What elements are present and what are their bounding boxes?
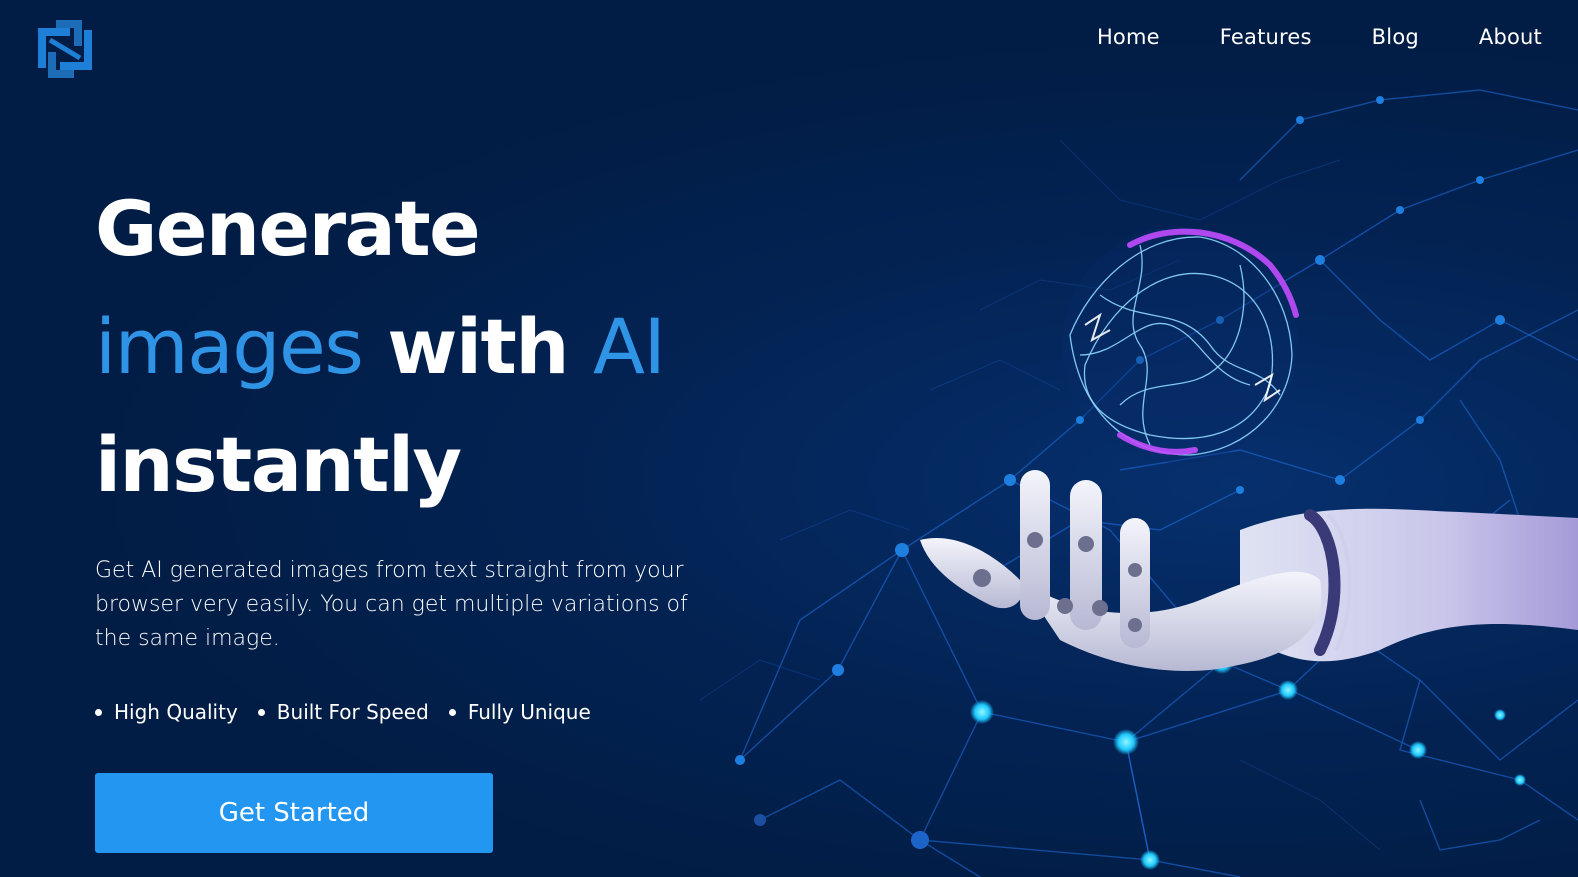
robot-hand-illustration <box>680 60 1578 877</box>
nav-blog-link[interactable]: Blog <box>1372 25 1419 49</box>
feature-label: Fully Unique <box>467 700 591 724</box>
get-started-button[interactable]: Get Started <box>95 773 493 853</box>
nav-home-link[interactable]: Home <box>1097 25 1160 49</box>
nav-features-link[interactable]: Features <box>1220 25 1312 49</box>
feature-item: High Quality <box>95 700 238 724</box>
hero-headline: Generate images with AI instantly <box>95 170 735 524</box>
feature-label: High Quality <box>114 700 238 724</box>
bullet-icon <box>257 708 265 716</box>
headline-line-3: instantly <box>95 420 462 509</box>
feature-item: Built For Speed <box>257 700 429 724</box>
feature-item: Fully Unique <box>448 700 591 724</box>
headline-word-with: with <box>387 302 569 391</box>
feature-label: Built For Speed <box>276 700 429 724</box>
bullet-icon <box>95 708 102 716</box>
landing-page: Home Features Blog About Generate images… <box>0 0 1578 877</box>
bullet-icon <box>448 708 456 716</box>
nav-about-link[interactable]: About <box>1479 25 1542 49</box>
headline-line-1: Generate <box>95 184 481 273</box>
headline-word-images: images <box>95 302 364 391</box>
headline-word-ai: AI <box>592 302 666 391</box>
feature-list: High Quality Built For Speed Fully Uniqu… <box>95 700 735 724</box>
hero-description: Get AI generated images from text straig… <box>95 558 688 651</box>
main-nav: Home Features Blog About <box>1097 25 1542 49</box>
hero-section: Generate images with AI instantly Get AI… <box>95 170 735 724</box>
logo-icon[interactable] <box>34 18 96 80</box>
